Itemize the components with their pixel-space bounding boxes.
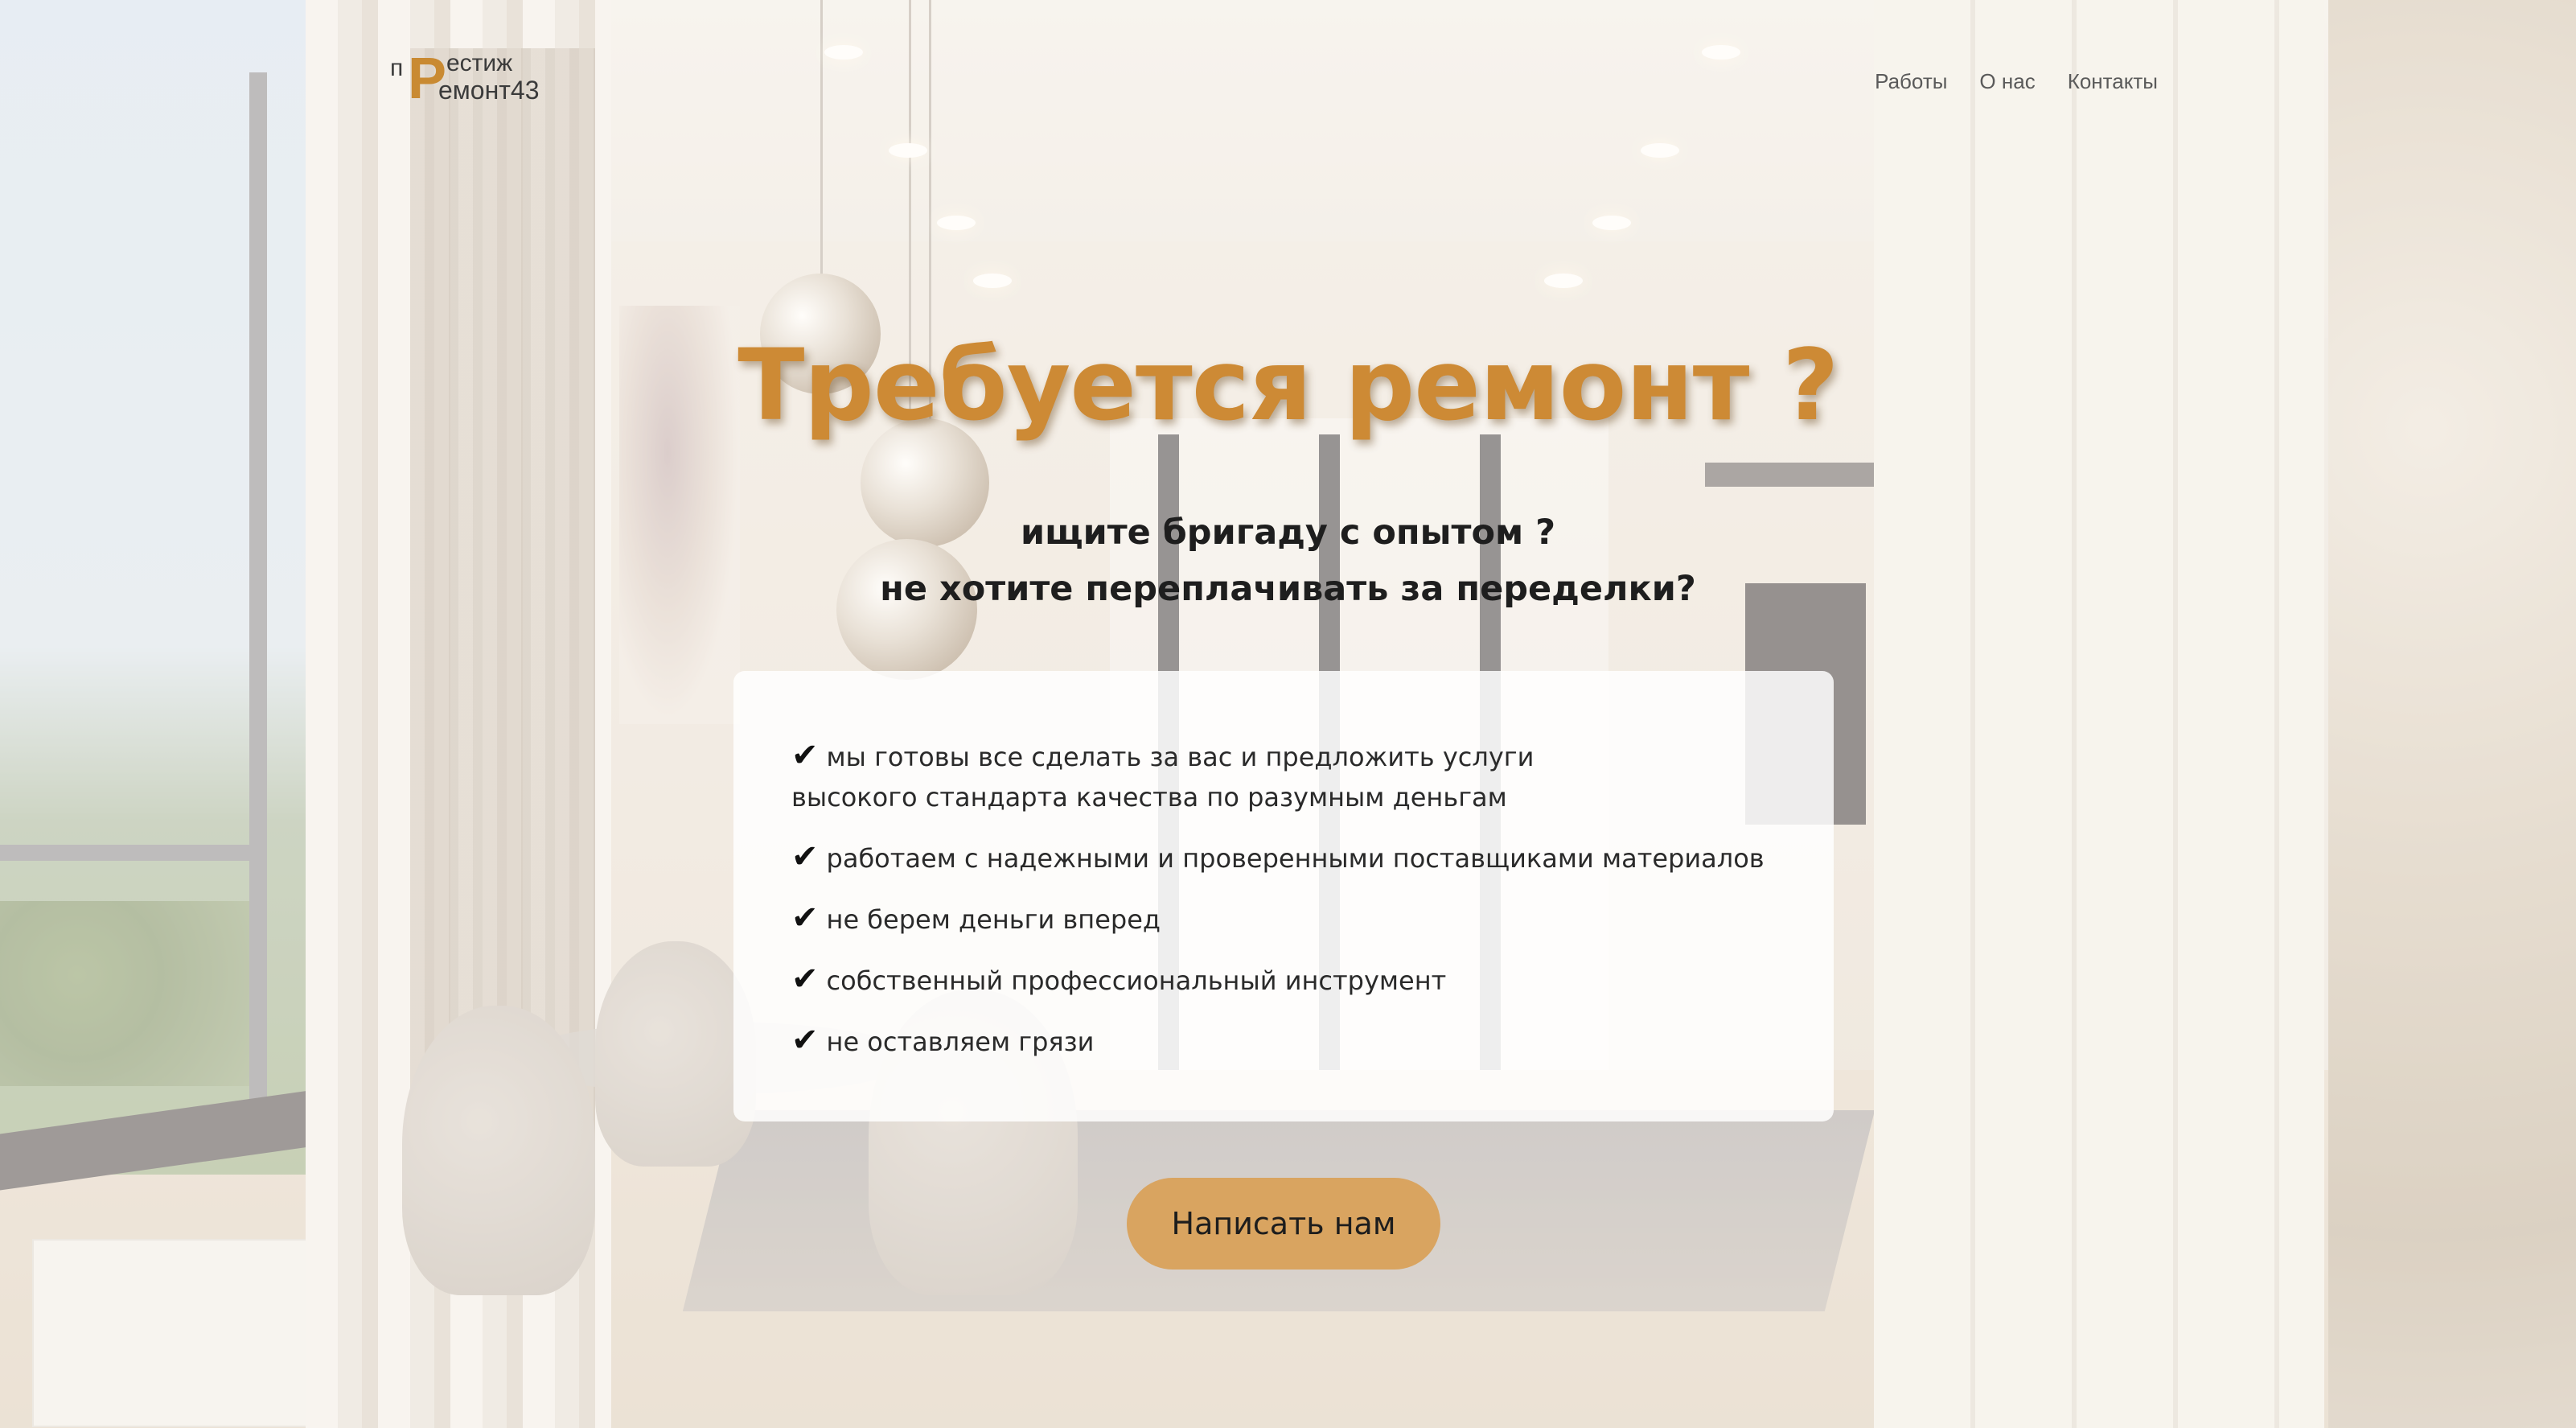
feature-item: ✔ не берем деньги вперед [791, 898, 1777, 940]
hero-subtitle-line1: ищите бригаду с опытом ? [1020, 512, 1556, 553]
feature-text: не оставляем грязи [826, 1027, 1095, 1057]
feature-text: работаем с надежными и проверенными пост… [826, 843, 1765, 874]
logo-text-line2: емонт43 [438, 76, 540, 105]
feature-item: ✔ работаем с надежными и проверенными пос… [791, 837, 1777, 879]
hero-subtitle-line2: не хотите переплачивать за переделки? [880, 569, 1696, 609]
checkmark-icon: ✔ [791, 961, 819, 998]
nav-link-about[interactable]: О нас [1979, 69, 2035, 94]
main-nav: Работы О нас Контакты [1875, 69, 2158, 94]
write-to-us-button[interactable]: Написать нам [1127, 1178, 1440, 1270]
feature-text: не берем деньги вперед [826, 904, 1161, 935]
logo-text-line1: естиж [446, 50, 513, 76]
feature-text: собственный профессиональный инструмент [826, 965, 1447, 996]
logo[interactable]: п Р естиж емонт43 [390, 48, 551, 113]
checkmark-icon: ✔ [791, 1022, 819, 1059]
nav-link-contacts[interactable]: Контакты [2068, 69, 2158, 94]
feature-text: мы готовы все сделать за вас и предложит… [791, 742, 1535, 813]
page: п Р естиж емонт43 Работы О нас Контакты … [0, 0, 2576, 1428]
feature-item: ✔ мы готовы все сделать за вас и предложи… [791, 735, 1644, 817]
nav-link-works[interactable]: Работы [1875, 69, 1947, 94]
checkmark-icon: ✔ [791, 899, 819, 936]
features-list: ✔ мы готовы все сделать за вас и предложи… [791, 735, 1777, 1062]
feature-item: ✔ не оставляем грязи [791, 1020, 1777, 1062]
hero-title: Требуется ремонт ? [737, 328, 1839, 442]
checkmark-icon: ✔ [791, 838, 819, 875]
logo-letter-small: п [390, 55, 404, 81]
checkmark-icon: ✔ [791, 737, 819, 774]
feature-item: ✔ собственный профессиональный инструмент [791, 959, 1777, 1001]
features-card: ✔ мы готовы все сделать за вас и предложи… [733, 671, 1834, 1121]
